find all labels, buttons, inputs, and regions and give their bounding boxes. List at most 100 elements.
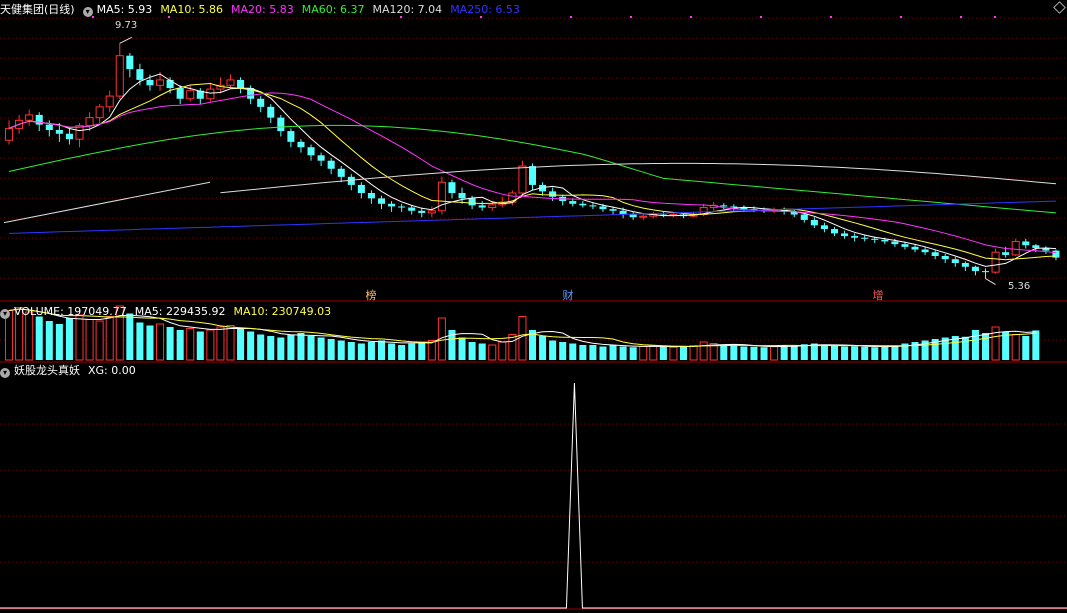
low-marker <box>985 278 996 286</box>
volume-bar <box>720 345 728 360</box>
indicator-dropdown-icon[interactable]: ▾ <box>0 368 10 378</box>
candle-body <box>931 252 939 256</box>
volume-bar <box>317 337 325 360</box>
volume-bar <box>35 316 43 360</box>
candle-body <box>166 79 174 88</box>
candle-body <box>237 79 245 88</box>
volume-bar <box>579 345 587 360</box>
volume-bar <box>337 340 345 360</box>
volume-bar <box>186 328 195 361</box>
candle-body <box>981 271 990 273</box>
volume-bar <box>75 314 84 361</box>
volume-bar <box>518 316 527 361</box>
candle-body <box>408 207 416 211</box>
candle-body <box>518 165 527 194</box>
volume-bar <box>740 346 748 360</box>
volume-bar <box>357 343 365 360</box>
volume-bar <box>176 330 184 360</box>
volume-bar <box>418 342 426 360</box>
candle-body <box>75 125 84 140</box>
signal-dot <box>690 16 692 18</box>
volume-bar <box>851 346 859 360</box>
candle-body <box>609 209 617 211</box>
volume-bar <box>427 340 436 361</box>
volume-bar <box>408 343 416 360</box>
volume-bar <box>136 322 144 360</box>
dropdown-icon[interactable]: ▾ <box>82 7 93 17</box>
main-header: 天健集团(日线) ▾ MA5: 5.93 MA10: 5.86 MA20: 5.83 MA… <box>0 2 528 18</box>
candle-body <box>226 79 235 86</box>
candle-body <box>307 147 315 156</box>
candle-body <box>891 241 899 245</box>
candle-body <box>156 79 165 86</box>
candle-body <box>287 131 295 142</box>
high-marker <box>119 36 132 44</box>
signal-dot <box>570 16 572 18</box>
volume-label: VOLUME: 197049.77 <box>14 305 127 318</box>
candle-body <box>901 244 909 247</box>
volume-bar <box>649 345 658 361</box>
volume-ma10-label: MA10: 230749.03 <box>233 305 332 318</box>
volume-ma5-label: MA5: 229435.92 <box>134 305 226 318</box>
volume-bar <box>981 333 990 360</box>
volume-bar <box>659 346 667 360</box>
volume-bar <box>488 344 497 361</box>
volume-bar <box>589 345 597 360</box>
volume-bar <box>377 340 386 360</box>
event-tag-cai[interactable]: 财 <box>560 287 576 303</box>
ma20-label: MA20: 5.83 <box>231 3 294 16</box>
volume-bar <box>347 342 355 360</box>
volume-bar <box>458 337 466 360</box>
candle-body <box>257 98 265 107</box>
candle-body <box>1022 241 1030 246</box>
signal-dot <box>960 16 962 18</box>
candle-body <box>85 117 94 127</box>
event-tag-zeng[interactable]: 增 <box>870 287 886 303</box>
volume-bar <box>156 323 165 361</box>
volume-bar <box>609 345 617 360</box>
volume-bar <box>478 343 486 360</box>
candle-body <box>911 246 919 250</box>
volume-bar <box>508 334 517 361</box>
volume-bar <box>146 325 154 360</box>
candle-body <box>528 166 537 185</box>
candle-body <box>427 210 436 214</box>
volume-bar <box>961 336 969 360</box>
candle-body <box>458 193 466 199</box>
volume-dropdown-icon[interactable]: ▾ <box>0 309 10 319</box>
volume-bar <box>398 345 406 360</box>
candle-body <box>629 214 637 218</box>
volume-bar <box>267 336 275 360</box>
candle-body <box>800 214 808 220</box>
volume-bar <box>971 330 979 360</box>
volume-bar <box>639 346 648 361</box>
candle-body <box>5 127 14 141</box>
candle-body <box>861 237 869 239</box>
volume-bar <box>1032 330 1040 360</box>
volume-bar <box>830 345 839 360</box>
volume-bar <box>206 329 215 361</box>
volume-bar <box>669 346 678 361</box>
candle-body <box>418 210 426 213</box>
candle-body <box>377 198 386 204</box>
candle-body <box>921 249 929 253</box>
volume-bar <box>790 345 798 360</box>
event-tag-bang[interactable]: 榜 <box>363 287 379 303</box>
candle-body <box>589 205 597 207</box>
candle-body <box>730 206 738 208</box>
volume-bar <box>126 313 134 360</box>
candle-body <box>176 88 184 99</box>
candle-body <box>478 205 486 208</box>
candle-body <box>991 251 1000 273</box>
candle-body <box>448 182 456 193</box>
signal-dot <box>760 16 762 18</box>
volume-bar <box>599 346 607 360</box>
signal-dot <box>830 16 832 18</box>
volume-bar <box>730 345 738 360</box>
candle-body <box>95 106 104 119</box>
candle-body <box>398 206 406 208</box>
volume-bar <box>820 345 828 360</box>
candle-body <box>277 117 285 132</box>
candle-body <box>337 168 345 177</box>
candle-body <box>357 184 365 193</box>
